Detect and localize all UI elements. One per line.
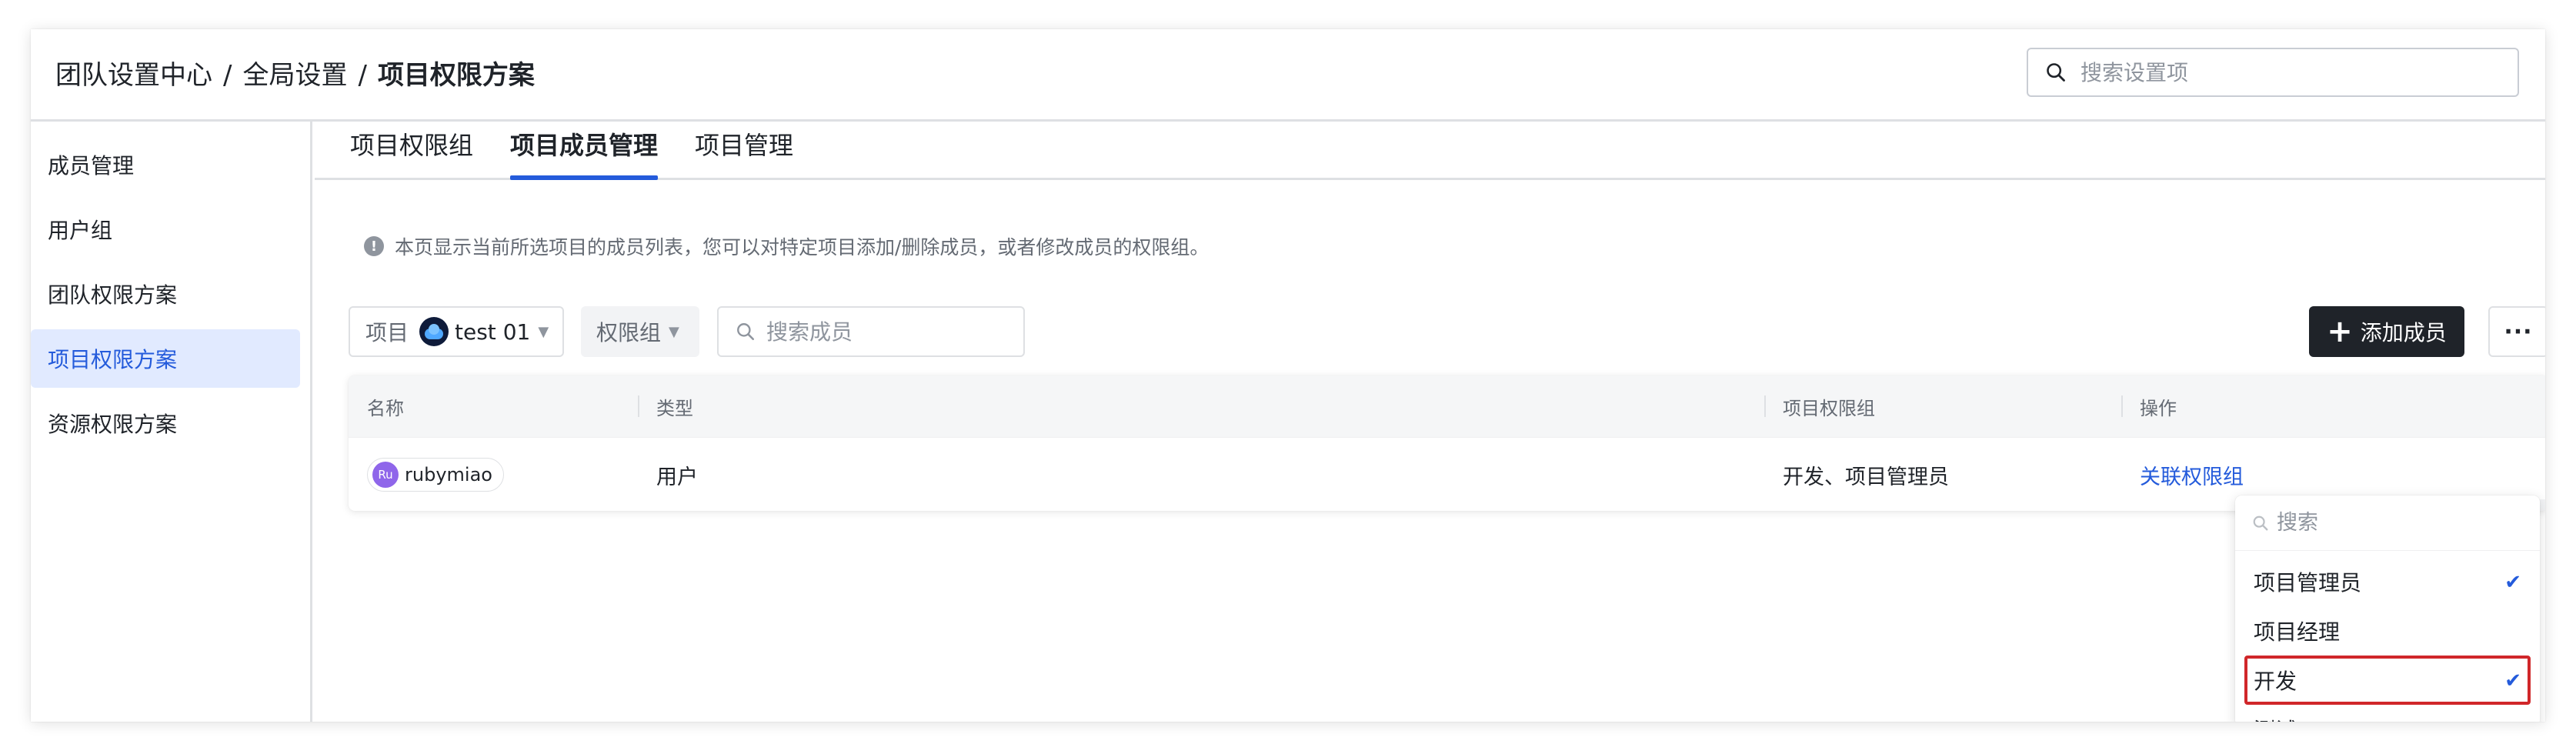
breadcrumb-item-global-settings[interactable]: 全局设置 bbox=[242, 55, 347, 95]
more-dots-icon: ··· bbox=[2504, 318, 2533, 345]
tab-project-member-management[interactable]: 项目成员管理 bbox=[510, 119, 659, 180]
settings-search-box[interactable] bbox=[2027, 48, 2519, 97]
breadcrumb-separator: / bbox=[223, 60, 232, 91]
sidebar-item-user-groups[interactable]: 用户组 bbox=[31, 200, 300, 259]
column-header-permission-groups: 项目权限组 bbox=[1764, 375, 1875, 437]
settings-search-input[interactable] bbox=[2080, 59, 2496, 85]
tab-project-management[interactable]: 项目管理 bbox=[695, 119, 793, 178]
header: 团队设置中心 / 全局设置 / 项目权限方案 bbox=[31, 29, 2545, 122]
project-logo-icon bbox=[419, 317, 449, 346]
permission-group-filter-label: 权限组 bbox=[596, 320, 662, 345]
search-icon bbox=[737, 323, 755, 341]
search-icon bbox=[2253, 515, 2268, 530]
member-search-input[interactable] bbox=[766, 319, 1013, 345]
dropdown-search-input[interactable] bbox=[2277, 511, 2508, 535]
dropdown-option-project-manager[interactable]: 项目经理 bbox=[2235, 606, 2540, 656]
user-chip[interactable]: Ru rubymiao bbox=[367, 458, 504, 492]
column-header-name: 名称 bbox=[367, 397, 404, 419]
table-row: Ru rubymiao 用户 开发、项目管理员 关联权限组 bbox=[349, 437, 2545, 511]
app-window: 团队设置中心 / 全局设置 / 项目权限方案 成员管理 用户组 团队权限方案 项… bbox=[31, 29, 2545, 722]
option-label: 项目管理员 bbox=[2254, 570, 2362, 596]
dropdown-option-tester[interactable]: 测试 bbox=[2235, 705, 2540, 722]
column-header-actions: 操作 bbox=[2121, 375, 2177, 437]
sidebar-item-resource-permission-scheme[interactable]: 资源权限方案 bbox=[31, 394, 300, 452]
column-header-type: 类型 bbox=[638, 375, 693, 437]
tab-project-permission-groups[interactable]: 项目权限组 bbox=[350, 119, 473, 178]
info-icon: ! bbox=[364, 236, 384, 256]
project-selector-label: 项目 bbox=[365, 320, 409, 345]
breadcrumb-item-team-settings[interactable]: 团队设置中心 bbox=[55, 55, 212, 95]
permission-group-dropdown: 项目管理员 ✔ 项目经理 开发 ✔ 测试 bbox=[2235, 495, 2540, 722]
add-member-button[interactable]: + 添加成员 bbox=[2309, 306, 2464, 357]
member-table: 名称 类型 项目权限组 操作 Ru rubymiao 用户 开发、项目管理员 关… bbox=[349, 375, 2545, 511]
breadcrumb-current: 项目权限方案 bbox=[377, 60, 535, 91]
plus-icon: + bbox=[2327, 314, 2353, 349]
add-member-button-label: 添加成员 bbox=[2360, 320, 2447, 345]
sidebar-item-member-management[interactable]: 成员管理 bbox=[31, 135, 300, 194]
cell-permission-groups: 开发、项目管理员 bbox=[1783, 465, 1949, 489]
cell-name: Ru rubymiao bbox=[349, 438, 504, 511]
table-header: 名称 类型 项目权限组 操作 bbox=[349, 375, 2545, 437]
dropdown-option-project-admin[interactable]: 项目管理员 ✔ bbox=[2235, 557, 2540, 606]
caret-down-icon: ▼ bbox=[669, 323, 679, 340]
avatar: Ru bbox=[372, 462, 399, 488]
search-icon bbox=[2047, 63, 2065, 82]
cell-type: 用户 bbox=[656, 465, 698, 489]
check-icon: ✔ bbox=[2504, 669, 2521, 692]
permission-group-filter[interactable]: 权限组 ▼ bbox=[581, 306, 699, 357]
option-label: 项目经理 bbox=[2254, 619, 2341, 645]
dropdown-option-developer[interactable]: 开发 ✔ bbox=[2244, 656, 2531, 705]
more-options-button[interactable]: ··· bbox=[2488, 306, 2545, 357]
check-icon: ✔ bbox=[2504, 571, 2521, 594]
sidebar-item-team-permission-scheme[interactable]: 团队权限方案 bbox=[31, 265, 300, 323]
sidebar: 成员管理 用户组 团队权限方案 项目权限方案 资源权限方案 bbox=[31, 122, 312, 722]
project-selector-value: test 01 bbox=[455, 319, 531, 345]
dropdown-search[interactable] bbox=[2235, 495, 2540, 551]
project-selector[interactable]: 项目 test 01 ▼ bbox=[349, 306, 564, 357]
tab-bar: 项目权限组 项目成员管理 项目管理 bbox=[315, 122, 2545, 180]
notice-banner: ! 本页显示当前所选项目的成员列表，您可以对特定项目添加/删除成员，或者修改成员… bbox=[364, 232, 1209, 260]
breadcrumb: 团队设置中心 / 全局设置 / 项目权限方案 bbox=[55, 55, 535, 95]
notice-text: 本页显示当前所选项目的成员列表，您可以对特定项目添加/删除成员，或者修改成员的权… bbox=[395, 236, 1210, 259]
option-label: 开发 bbox=[2254, 669, 2297, 694]
breadcrumb-separator: / bbox=[358, 60, 367, 91]
sidebar-item-project-permission-scheme[interactable]: 项目权限方案 bbox=[31, 329, 300, 388]
main-content: 项目权限组 项目成员管理 项目管理 ! 本页显示当前所选项目的成员列表，您可以对… bbox=[315, 122, 2545, 722]
member-search-box[interactable] bbox=[717, 306, 1025, 357]
option-label: 测试 bbox=[2254, 714, 2297, 722]
caret-down-icon: ▼ bbox=[538, 323, 549, 340]
user-name: rubymiao bbox=[405, 464, 492, 485]
link-associate-permission-group[interactable]: 关联权限组 bbox=[2121, 438, 2244, 511]
